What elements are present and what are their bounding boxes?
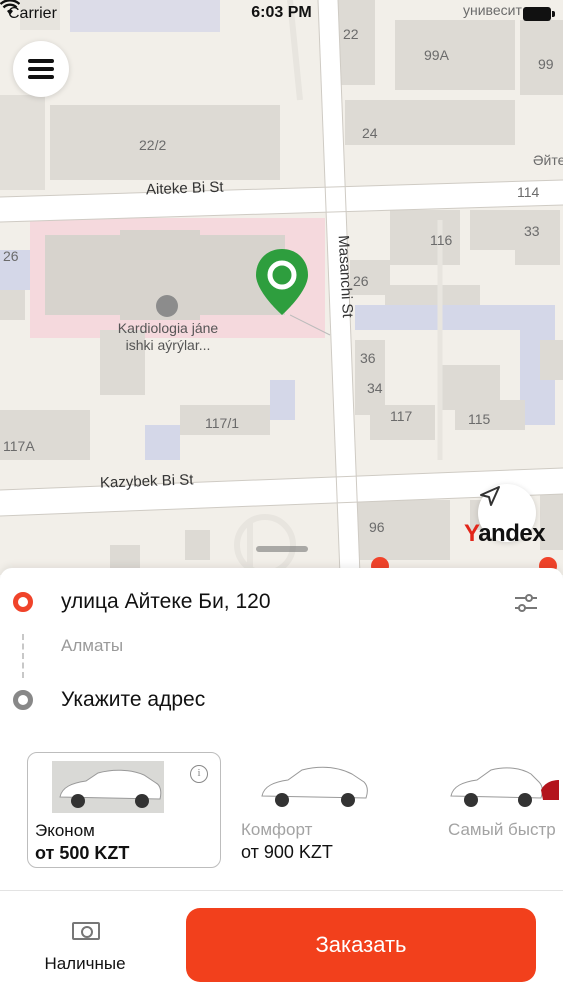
car-icon [261,766,368,807]
street-label-aiteke: Aiteke Bi St [145,178,224,199]
status-time: 6:03 PM [251,4,312,21]
tariff-name: Комфорт [241,820,313,839]
poi-label[interactable]: Kardiologia jáne ishki aýrýlar... [108,320,228,354]
tariff-name: Самый быстр [448,820,556,839]
street-label-fragment: Әйте [533,152,563,168]
building-label: 99 [538,56,554,72]
origin-dot-icon [13,592,33,612]
location-pin-icon [256,249,308,315]
tariff-card-fastest[interactable]: Самый быстр [441,752,563,868]
payment-method-button[interactable]: Наличные [30,916,140,976]
navigation-arrow-icon [480,486,500,506]
payment-label: Наличные [44,954,126,973]
tariff-price: от 900 KZT [241,842,333,862]
car-icon [450,767,559,807]
building-label: 34 [367,380,383,396]
order-button[interactable]: Заказать [186,908,536,982]
building-label: 117 [390,408,413,424]
building-label: 26 [353,273,369,289]
tariff-name: Эконом [35,821,95,840]
tariff-list[interactable]: i Эконом от 500 KZT Комфорт от 900 KZT С… [0,750,563,875]
destination-dot-icon [13,690,33,710]
building-label: 117А [3,438,35,454]
battery-icon [523,7,555,21]
sheet-drag-handle[interactable] [256,546,308,552]
hospital-icon[interactable] [156,295,178,317]
building-label: 96 [369,519,385,535]
info-icon[interactable]: i [190,765,208,783]
building-label: 26 [3,248,19,264]
pin-connector-icon [290,314,331,336]
hamburger-icon [28,55,54,83]
yandex-logo: Yandex [464,520,546,547]
building-label: 36 [360,350,376,366]
tariff-card-economy[interactable]: i Эконом от 500 KZT [27,752,221,868]
filters-icon[interactable] [513,592,539,614]
tariff-price: от 500 KZT [35,843,130,863]
menu-button[interactable] [13,41,69,97]
origin-address[interactable]: улица Айтеке Би, 120 [61,590,271,614]
building-label: 22/2 [139,137,167,153]
city-label: Алматы [61,636,124,655]
building-label: 33 [524,223,540,239]
map-view[interactable]: Aiteke Bi St Masanchi St Kazybek Bi St Ә… [0,0,563,575]
status-bar: Carrier 6:03 PM [0,0,563,30]
cash-icon [72,922,100,940]
car-icon [52,761,164,813]
route-connector [22,634,24,678]
street-label-kazybek: Kazybek Bi St [99,471,194,492]
building-label: 115 [468,411,491,427]
building-label: 116 [430,232,453,248]
building-label: 114 [517,184,540,200]
building-label: 117/1 [205,415,239,431]
building-label: 24 [362,125,378,141]
building-label: 99А [424,47,449,63]
destination-input[interactable]: Укажите адрес [61,688,205,712]
tariff-card-comfort[interactable]: Комфорт от 900 KZT [234,752,428,868]
order-sheet: улица Айтеке Би, 120 Алматы Укажите адре… [0,568,563,1000]
divider [0,890,563,891]
